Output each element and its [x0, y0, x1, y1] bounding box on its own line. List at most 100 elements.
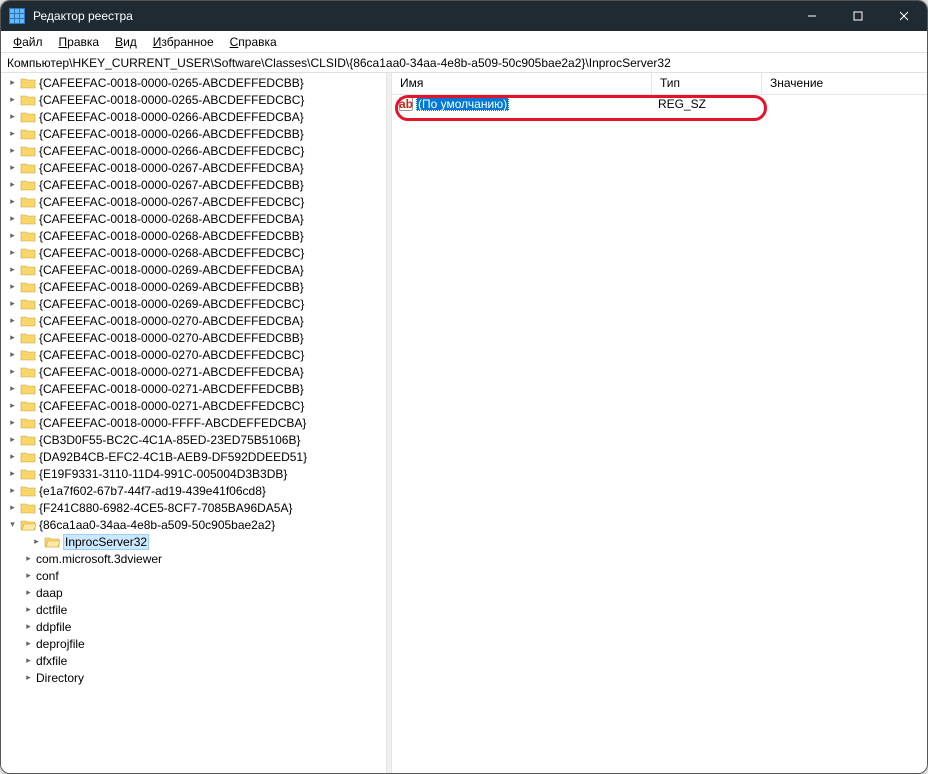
tree-item[interactable]: ▸ {CAFEEFAC-0018-0000-0265-ABCDEFFEDCBC}: [1, 91, 386, 108]
tree-panel[interactable]: ▸{CAFEEFAC-0018-0000-0265-ABCDEFFEDCBB}▸…: [1, 73, 386, 773]
folder-icon: [20, 280, 36, 294]
tree-item[interactable]: ▸InprocServer32: [1, 533, 386, 550]
maximize-button[interactable]: [835, 1, 881, 31]
expand-toggle-icon[interactable]: ▸: [7, 196, 18, 207]
expand-toggle-icon[interactable]: ▸: [7, 468, 18, 479]
tree-item[interactable]: ▸{CAFEEFAC-0018-0000-0268-ABCDEFFEDCBA}: [1, 210, 386, 227]
tree-item[interactable]: ▸conf: [1, 567, 386, 584]
expand-toggle-icon[interactable]: ▸: [7, 485, 18, 496]
expand-toggle-icon[interactable]: ▸: [7, 162, 18, 173]
folder-icon: [20, 450, 36, 464]
expand-toggle-icon[interactable]: ▸: [23, 570, 34, 581]
tree-item-label: {CAFEEFAC-0018-0000-0265-ABCDEFFEDCBC}: [39, 93, 304, 107]
tree-item-label: {CAFEEFAC-0018-0000-0270-ABCDEFFEDCBB}: [39, 331, 304, 345]
tree-item[interactable]: ▸ {CAFEEFAC-0018-0000-0270-ABCDEFFEDCBC}: [1, 346, 386, 363]
menu-item[interactable]: Избранное: [145, 33, 222, 51]
expand-toggle-icon[interactable]: ▸: [7, 264, 18, 275]
list-panel[interactable]: Имя Тип Значение ab(По умолчанию)REG_SZ: [392, 73, 927, 773]
titlebar[interactable]: Редактор реестра: [1, 1, 927, 31]
tree-item[interactable]: ▸{CAFEEFAC-0018-0000-0270-ABCDEFFEDCBA}: [1, 312, 386, 329]
tree-item[interactable]: ▸{CAFEEFAC-0018-0000-0271-ABCDEFFEDCBC}: [1, 397, 386, 414]
tree-item[interactable]: ▸{CAFEEFAC-0018-0000-0268-ABCDEFFEDCBB}: [1, 227, 386, 244]
tree-item[interactable]: ▸{CAFEEFAC-0018-0000-0269-ABCDEFFEDCBC}: [1, 295, 386, 312]
tree-item[interactable]: ▸deprojfile: [1, 635, 386, 652]
expand-toggle-icon[interactable]: ▸: [7, 366, 18, 377]
folder-icon: [20, 229, 36, 243]
expand-toggle-icon[interactable]: ▸: [7, 94, 18, 105]
tree-item[interactable]: ▸{CAFEEFAC-0018-0000-0266-ABCDEFFEDCBC}: [1, 142, 386, 159]
expand-toggle-icon[interactable]: ▸: [7, 383, 18, 394]
tree-item[interactable]: ▸{CAFEEFAC-0018-0000-0267-ABCDEFFEDCBA}: [1, 159, 386, 176]
addressbar[interactable]: Компьютер\HKEY_CURRENT_USER\Software\Cla…: [1, 53, 927, 73]
expand-toggle-icon[interactable]: ▸: [7, 111, 18, 122]
expand-toggle-icon[interactable]: ▸: [7, 332, 18, 343]
tree-item[interactable]: ▸dfxfile: [1, 652, 386, 669]
tree-item[interactable]: ▸dctfile: [1, 601, 386, 618]
tree-item[interactable]: ▸{e1a7f602-67b7-44f7-ad19-439e41f06cd8}: [1, 482, 386, 499]
expand-toggle-icon[interactable]: ▸: [7, 179, 18, 190]
tree-item[interactable]: ▸Directory: [1, 669, 386, 686]
expand-toggle-icon[interactable]: ▸: [23, 672, 34, 683]
menu-item[interactable]: Файл: [5, 33, 51, 51]
tree-item[interactable]: ▸{DA92B4CB-EFC2-4C1B-AEB9-DF592DDEED51}: [1, 448, 386, 465]
expand-toggle-icon[interactable]: ▸: [7, 77, 18, 88]
expand-toggle-icon[interactable]: ▸: [7, 145, 18, 156]
expand-toggle-icon[interactable]: ▸: [7, 281, 18, 292]
expand-toggle-icon[interactable]: ▸: [31, 536, 42, 547]
tree-item-label: {CAFEEFAC-0018-0000-0267-ABCDEFFEDCBC}: [39, 195, 304, 209]
tree-item[interactable]: ▸{CAFEEFAC-0018-0000-0269-ABCDEFFEDCBB}: [1, 278, 386, 295]
tree-item[interactable]: ▸{CAFEEFAC-0018-0000-0266-ABCDEFFEDCBB}: [1, 125, 386, 142]
expand-toggle-icon[interactable]: ▸: [23, 638, 34, 649]
list-row[interactable]: ab(По умолчанию)REG_SZ: [392, 95, 927, 112]
expand-toggle-icon[interactable]: ▸: [23, 604, 34, 615]
expand-toggle-icon[interactable]: ▸: [7, 128, 18, 139]
tree-item[interactable]: ▸{CAFEEFAC-0018-0000-0268-ABCDEFFEDCBC}: [1, 244, 386, 261]
tree-item[interactable]: ▸{CAFEEFAC-0018-0000-FFFF-ABCDEFFEDCBA}: [1, 414, 386, 431]
close-button[interactable]: [881, 1, 927, 31]
menu-item[interactable]: Вид: [107, 33, 145, 51]
tree-item[interactable]: ▸{CAFEEFAC-0018-0000-0265-ABCDEFFEDCBB}: [1, 74, 386, 91]
col-header-type[interactable]: Тип: [652, 73, 762, 94]
tree-item[interactable]: ▸{CAFEEFAC-0018-0000-0266-ABCDEFFEDCBA}: [1, 108, 386, 125]
tree-item-label: {CAFEEFAC-0018-0000-0270-ABCDEFFEDCBC}: [39, 348, 304, 362]
col-header-name[interactable]: Имя: [392, 73, 652, 94]
tree-item[interactable]: ▸com.microsoft.3dviewer: [1, 550, 386, 567]
expand-toggle-icon[interactable]: ▸: [7, 349, 18, 360]
expand-toggle-icon[interactable]: ▸: [7, 434, 18, 445]
expand-toggle-icon[interactable]: ▸: [7, 247, 18, 258]
tree-item[interactable]: ▸ {CAFEEFAC-0018-0000-0267-ABCDEFFEDCBC}: [1, 193, 386, 210]
expand-toggle-icon[interactable]: ▸: [7, 315, 18, 326]
folder-icon: [44, 535, 60, 549]
tree-item[interactable]: ▸daap: [1, 584, 386, 601]
tree-item[interactable]: ▸ {CAFEEFAC-0018-0000-0271-ABCDEFFEDCBB}: [1, 380, 386, 397]
expand-toggle-icon[interactable]: ▸: [23, 587, 34, 598]
expand-toggle-icon[interactable]: ▸: [23, 553, 34, 564]
tree-item[interactable]: ▸{CAFEEFAC-0018-0000-0269-ABCDEFFEDCBA}: [1, 261, 386, 278]
expand-toggle-icon[interactable]: ▸: [7, 213, 18, 224]
folder-icon: [20, 399, 36, 413]
folder-icon: [20, 365, 36, 379]
expand-toggle-icon[interactable]: ▸: [23, 655, 34, 666]
folder-icon: [20, 348, 36, 362]
tree-item[interactable]: ▸{CAFEEFAC-0018-0000-0267-ABCDEFFEDCBB}: [1, 176, 386, 193]
tree-item[interactable]: ▸{E19F9331-3110-11D4-991C-005004D3B3DB}: [1, 465, 386, 482]
expand-toggle-icon[interactable]: ▸: [7, 400, 18, 411]
expand-toggle-icon[interactable]: ▸: [7, 502, 18, 513]
tree-item[interactable]: ▸{F241C880-6982-4CE5-8CF7-7085BA96DA5A}: [1, 499, 386, 516]
expand-toggle-icon[interactable]: ▾: [7, 519, 18, 530]
expand-toggle-icon[interactable]: ▸: [7, 230, 18, 241]
menu-item[interactable]: Правка: [51, 33, 108, 51]
expand-toggle-icon[interactable]: ▸: [7, 451, 18, 462]
tree-item[interactable]: ▸ {CAFEEFAC-0018-0000-0270-ABCDEFFEDCBB}: [1, 329, 386, 346]
tree-item[interactable]: ▸ddpfile: [1, 618, 386, 635]
menu-item[interactable]: Справка: [222, 33, 285, 51]
col-header-data[interactable]: Значение: [762, 73, 927, 94]
tree-item[interactable]: ▾{86ca1aa0-34aa-4e8b-a509-50c905bae2a2}: [1, 516, 386, 533]
minimize-button[interactable]: [789, 1, 835, 31]
expand-toggle-icon[interactable]: ▸: [7, 417, 18, 428]
tree-item[interactable]: ▸{CAFEEFAC-0018-0000-0271-ABCDEFFEDCBA}: [1, 363, 386, 380]
expand-toggle-icon[interactable]: ▸: [23, 621, 34, 632]
tree-item-label: {CAFEEFAC-0018-0000-0271-ABCDEFFEDCBB}: [39, 382, 304, 396]
tree-item[interactable]: ▸{CB3D0F55-BC2C-4C1A-85ED-23ED75B5106B}: [1, 431, 386, 448]
expand-toggle-icon[interactable]: ▸: [7, 298, 18, 309]
